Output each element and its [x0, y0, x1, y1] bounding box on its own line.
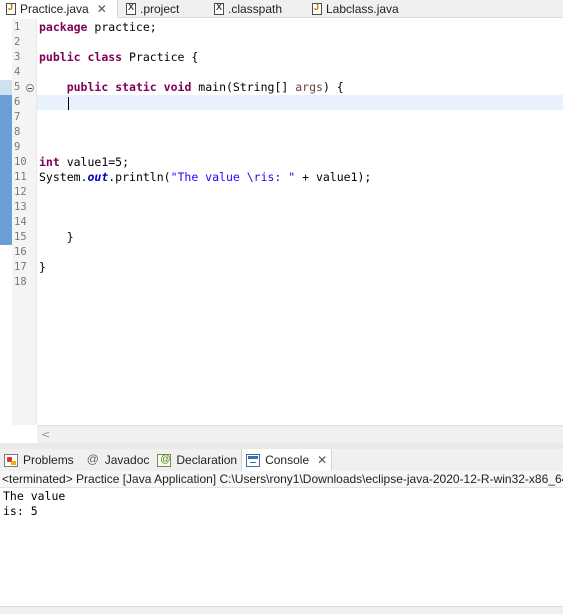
- code-text-area[interactable]: package practice; public class Practice …: [37, 19, 563, 425]
- change-ruler: [0, 19, 12, 425]
- current-line-highlight: [37, 95, 563, 110]
- tab-label: Declaration: [176, 453, 238, 467]
- status-bar: [0, 606, 563, 614]
- tab-label: Practice.java: [20, 2, 89, 16]
- text-cursor: [68, 97, 69, 110]
- line-number: 2: [14, 36, 21, 48]
- line-number: 11: [14, 171, 27, 183]
- tab-label: Console: [265, 453, 310, 467]
- tab-problems[interactable]: Problems: [0, 449, 78, 471]
- line-number: 3: [14, 51, 21, 63]
- horizontal-scrollbar[interactable]: <: [37, 425, 563, 443]
- tab-practice-java[interactable]: Practice.java ✕: [0, 0, 118, 18]
- console-icon: [246, 453, 261, 467]
- console-line: The value: [3, 489, 66, 503]
- tab-project[interactable]: .project: [118, 0, 210, 18]
- line-number: 9: [14, 141, 21, 153]
- console-output[interactable]: The value is: 5: [0, 488, 563, 606]
- code-line-17: }: [39, 260, 46, 274]
- tab-label: Labclass.java: [326, 2, 399, 16]
- code-line-5: public static void main(String[] args) {: [66, 80, 344, 94]
- tab-javadoc[interactable]: Javadoc: [82, 449, 154, 471]
- collapse-icon[interactable]: [26, 84, 34, 92]
- tab-declaration[interactable]: Declaration: [153, 449, 241, 471]
- tab-classpath[interactable]: .classpath: [210, 0, 308, 18]
- line-number: 13: [14, 201, 27, 213]
- line-number: 18: [14, 276, 27, 288]
- line-number: 17: [14, 261, 27, 273]
- line-number: 4: [14, 66, 21, 78]
- bottom-panel-tabs: Problems Javadoc Declaration Console ✕: [0, 449, 563, 471]
- java-file-icon: [312, 2, 322, 15]
- change-marker: [0, 80, 12, 95]
- line-number: 6: [14, 96, 21, 108]
- tab-label: .project: [140, 2, 180, 16]
- tab-label: Javadoc: [104, 453, 150, 467]
- console-line: is: 5: [3, 504, 38, 518]
- code-line-3: public class Practice {: [39, 50, 199, 64]
- change-markers: [0, 19, 12, 245]
- code-line-10: int value1=5;: [39, 155, 130, 169]
- line-number: 10: [14, 156, 27, 168]
- close-icon[interactable]: ✕: [317, 453, 327, 467]
- line-number: 1: [14, 21, 21, 33]
- javadoc-icon: [86, 452, 100, 467]
- code-editor[interactable]: 1 2 3 4 5 6 7 8 9 10 11 12 13 14 15 16 1…: [0, 19, 563, 443]
- console-status-header: <terminated> Practice [Java Application]…: [0, 471, 563, 488]
- scroll-left-icon[interactable]: <: [41, 428, 50, 441]
- line-number: 8: [14, 126, 21, 138]
- xml-file-icon: [126, 2, 136, 15]
- code-line-1: package practice;: [39, 20, 157, 34]
- change-marker: [0, 95, 12, 245]
- problems-icon: [4, 453, 18, 467]
- line-number: 15: [14, 231, 27, 243]
- line-number-gutter: 1 2 3 4 5 6 7 8 9 10 11 12 13 14 15 16 1…: [12, 19, 37, 425]
- tab-labclass-java[interactable]: Labclass.java: [308, 0, 428, 18]
- code-line-15: }: [39, 230, 74, 244]
- code-line-11: System.out.println("The value \ris: " + …: [39, 170, 372, 184]
- tab-label: Problems: [23, 453, 74, 467]
- line-number: 12: [14, 186, 27, 198]
- xml-file-icon: [214, 2, 224, 15]
- line-number: 7: [14, 111, 21, 123]
- tab-label: .classpath: [228, 2, 283, 16]
- editor-tab-bar: Practice.java ✕ .project .classpath Labc…: [0, 0, 563, 18]
- java-file-icon: [6, 2, 16, 15]
- close-icon[interactable]: ✕: [97, 2, 107, 16]
- line-number: 14: [14, 216, 27, 228]
- line-number: 16: [14, 246, 27, 258]
- declaration-icon: [157, 453, 172, 467]
- tab-console[interactable]: Console ✕: [241, 449, 333, 471]
